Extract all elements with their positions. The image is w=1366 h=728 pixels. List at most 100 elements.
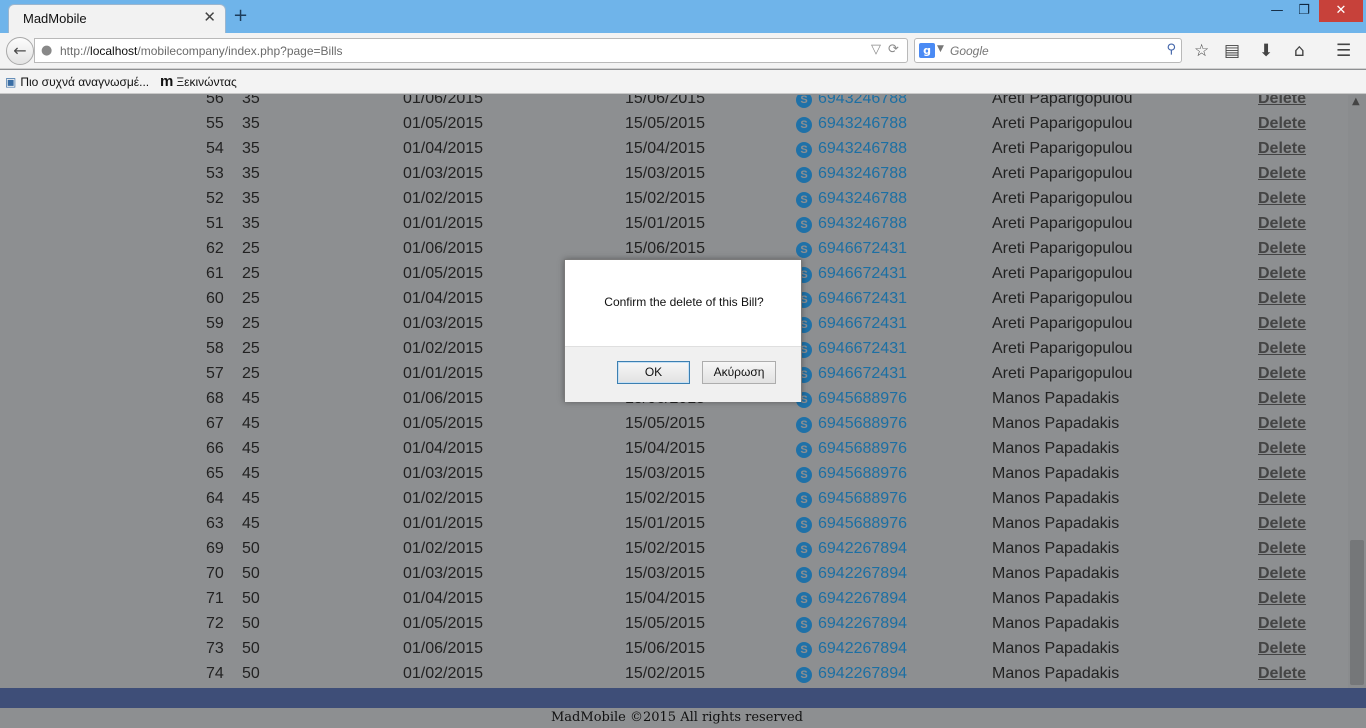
- phone-link[interactable]: 6945688976: [818, 390, 907, 408]
- phone-link[interactable]: 6943246788: [818, 190, 907, 208]
- phone-link[interactable]: 6942267894: [818, 640, 907, 658]
- cancel-button[interactable]: Ακύρωση: [702, 361, 776, 384]
- delete-link[interactable]: Delete: [1258, 390, 1306, 408]
- phone-link[interactable]: 6942267894: [818, 565, 907, 583]
- delete-link[interactable]: Delete: [1258, 190, 1306, 208]
- scroll-up-icon[interactable]: ▲: [1352, 96, 1360, 107]
- phone-link[interactable]: 6943246788: [818, 165, 907, 183]
- phone-link[interactable]: 6946672431: [818, 315, 907, 333]
- phone-link[interactable]: 6945688976: [818, 440, 907, 458]
- delete-link[interactable]: Delete: [1258, 95, 1306, 108]
- search-icon[interactable]: ⚲: [1166, 42, 1176, 57]
- delete-link[interactable]: Delete: [1258, 515, 1306, 533]
- skype-icon[interactable]: S: [796, 617, 812, 633]
- delete-link[interactable]: Delete: [1258, 365, 1306, 383]
- delete-link[interactable]: Delete: [1258, 315, 1306, 333]
- delete-link[interactable]: Delete: [1258, 640, 1306, 658]
- download-icon[interactable]: ⬇: [1259, 41, 1273, 61]
- skype-icon[interactable]: S: [796, 467, 812, 483]
- phone-link[interactable]: 6945688976: [818, 490, 907, 508]
- restore-icon[interactable]: ❐: [1291, 0, 1317, 22]
- bill-id: 65: [206, 465, 224, 482]
- delete-link[interactable]: Delete: [1258, 115, 1306, 133]
- bill-amount: 25: [242, 290, 260, 307]
- ok-button[interactable]: OK: [617, 361, 690, 384]
- url-dropdown-icon[interactable]: ▽: [871, 42, 881, 57]
- phone-link[interactable]: 6943246788: [818, 115, 907, 133]
- phone-link[interactable]: 6942267894: [818, 665, 907, 683]
- table-row: 74 50 01/02/2015 15/02/2015 S 6942267894 Manos…: [0, 662, 1348, 687]
- menu-icon[interactable]: ☰: [1336, 41, 1351, 61]
- phone-link[interactable]: 6946672431: [818, 340, 907, 358]
- phone-link[interactable]: 6945688976: [818, 515, 907, 533]
- phone-link[interactable]: 6942267894: [818, 540, 907, 558]
- skype-icon[interactable]: S: [796, 117, 812, 133]
- search-engine-dropdown-icon[interactable]: ▼: [937, 44, 944, 54]
- browser-tab[interactable]: MadMobile ✕: [8, 4, 226, 33]
- minimize-icon[interactable]: —: [1264, 0, 1290, 22]
- skype-icon[interactable]: S: [796, 442, 812, 458]
- skype-icon[interactable]: S: [796, 417, 812, 433]
- skype-icon[interactable]: S: [796, 667, 812, 683]
- delete-link[interactable]: Delete: [1258, 415, 1306, 433]
- delete-link[interactable]: Delete: [1258, 590, 1306, 608]
- skype-icon[interactable]: S: [796, 95, 812, 108]
- delete-link[interactable]: Delete: [1258, 240, 1306, 258]
- delete-link[interactable]: Delete: [1258, 490, 1306, 508]
- delete-link[interactable]: Delete: [1258, 215, 1306, 233]
- scrollbar-thumb[interactable]: [1350, 540, 1364, 685]
- delete-link[interactable]: Delete: [1258, 440, 1306, 458]
- skype-icon[interactable]: S: [796, 517, 812, 533]
- back-icon[interactable]: ←: [6, 37, 34, 65]
- skype-icon[interactable]: S: [796, 217, 812, 233]
- delete-link[interactable]: Delete: [1258, 540, 1306, 558]
- delete-link[interactable]: Delete: [1258, 140, 1306, 158]
- bookmarks-menu-icon[interactable]: ▤: [1224, 41, 1240, 61]
- tab-close-icon[interactable]: ✕: [203, 8, 216, 26]
- phone-link[interactable]: 6943246788: [818, 95, 907, 108]
- delete-link[interactable]: Delete: [1258, 340, 1306, 358]
- phone-link[interactable]: 6943246788: [818, 215, 907, 233]
- phone-link[interactable]: 6946672431: [818, 290, 907, 308]
- reload-icon[interactable]: ⟳: [888, 42, 899, 57]
- bookmark-getting-started[interactable]: m Ξεκινώντας: [160, 73, 237, 90]
- skype-icon[interactable]: S: [796, 642, 812, 658]
- skype-icon[interactable]: S: [796, 592, 812, 608]
- bill-date-from: 01/01/2015: [403, 215, 484, 232]
- skype-icon[interactable]: S: [796, 542, 812, 558]
- bill-date-from: 01/01/2015: [403, 515, 484, 532]
- delete-link[interactable]: Delete: [1258, 465, 1306, 483]
- delete-link[interactable]: Delete: [1258, 665, 1306, 683]
- phone-link[interactable]: 6946672431: [818, 365, 907, 383]
- url-bar[interactable]: ● http://localhost/mobilecompany/index.p…: [34, 38, 908, 63]
- bill-date-to: 15/04/2015: [625, 440, 706, 457]
- skype-icon[interactable]: S: [796, 167, 812, 183]
- bookmark-star-icon[interactable]: ☆: [1194, 41, 1209, 61]
- phone-link[interactable]: 6945688976: [818, 415, 907, 433]
- url-text[interactable]: http://localhost/mobilecompany/index.php…: [60, 44, 343, 58]
- delete-link[interactable]: Delete: [1258, 165, 1306, 183]
- home-icon[interactable]: ⌂: [1294, 41, 1305, 61]
- delete-link[interactable]: Delete: [1258, 615, 1306, 633]
- google-icon[interactable]: g: [919, 43, 935, 58]
- dialog-message: Confirm the delete of this Bill?: [604, 295, 764, 309]
- window-close-icon[interactable]: ✕: [1319, 0, 1363, 22]
- skype-icon[interactable]: S: [796, 242, 812, 258]
- search-input[interactable]: Google: [950, 44, 989, 58]
- phone-link[interactable]: 6942267894: [818, 590, 907, 608]
- delete-link[interactable]: Delete: [1258, 565, 1306, 583]
- phone-link[interactable]: 6943246788: [818, 140, 907, 158]
- delete-link[interactable]: Delete: [1258, 290, 1306, 308]
- skype-icon[interactable]: S: [796, 492, 812, 508]
- bookmark-most-visited[interactable]: ▣ Πιο συχνά αναγνωσμέ...: [5, 75, 149, 89]
- search-bar[interactable]: g ▼ Google ⚲: [914, 38, 1182, 63]
- phone-link[interactable]: 6942267894: [818, 615, 907, 633]
- new-tab-icon[interactable]: +: [233, 5, 248, 26]
- delete-link[interactable]: Delete: [1258, 265, 1306, 283]
- skype-icon[interactable]: S: [796, 192, 812, 208]
- phone-link[interactable]: 6946672431: [818, 240, 907, 258]
- phone-link[interactable]: 6945688976: [818, 465, 907, 483]
- phone-link[interactable]: 6946672431: [818, 265, 907, 283]
- skype-icon[interactable]: S: [796, 142, 812, 158]
- skype-icon[interactable]: S: [796, 567, 812, 583]
